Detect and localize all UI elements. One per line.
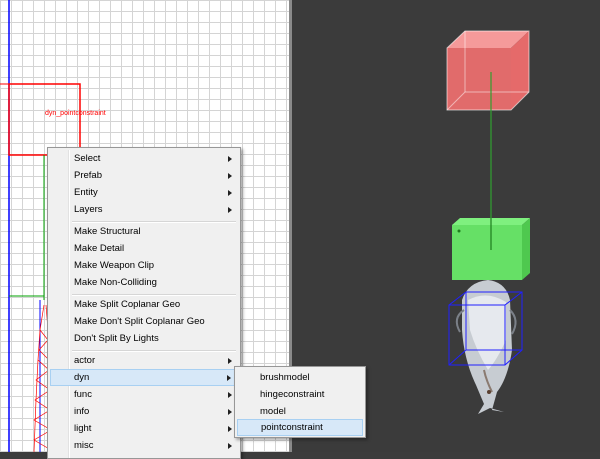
menu-item-select[interactable]: Select <box>50 150 238 167</box>
submenu-arrow-icon <box>228 172 232 179</box>
menu-item-misc[interactable]: misc <box>50 437 238 454</box>
submenu-item-pointconstraint[interactable]: pointconstraint <box>237 419 363 436</box>
menu-item-make-dont-split-coplanar-geo[interactable]: Make Don't Split Coplanar Geo <box>50 313 238 330</box>
menu-item-layers[interactable]: Layers <box>50 201 238 218</box>
submenu-arrow-icon <box>228 357 232 364</box>
context-menu: Select Prefab Entity Layers Make Structu… <box>47 147 241 459</box>
menu-item-func[interactable]: func <box>50 386 238 403</box>
submenu-arrow-icon <box>228 408 232 415</box>
menu-item-make-structural[interactable]: Make Structural <box>50 223 238 240</box>
submenu-item-model[interactable]: model <box>237 403 363 420</box>
menu-item-make-weapon-clip[interactable]: Make Weapon Clip <box>50 257 238 274</box>
menu-item-dyn[interactable]: dyn <box>50 369 238 386</box>
submenu-arrow-icon <box>228 155 232 162</box>
submenu-arrow-icon <box>228 391 232 398</box>
menu-item-make-split-coplanar-geo[interactable]: Make Split Coplanar Geo <box>50 296 238 313</box>
submenu-arrow-icon <box>228 206 232 213</box>
dyn-submenu: brushmodel hingeconstraint model pointco… <box>234 366 366 438</box>
brush-model-box <box>452 218 530 280</box>
menu-item-light[interactable]: light <box>50 420 238 437</box>
menu-item-dont-split-by-lights[interactable]: Don't Split By Lights <box>50 330 238 347</box>
point-constraint-box <box>446 30 530 111</box>
menu-item-make-detail[interactable]: Make Detail <box>50 240 238 257</box>
menu-item-actor[interactable]: actor <box>50 352 238 369</box>
submenu-arrow-icon <box>227 374 231 381</box>
entity-name-label: dyn_pointconstraint <box>45 110 106 117</box>
submenu-item-brushmodel[interactable]: brushmodel <box>237 369 363 386</box>
menu-item-info[interactable]: info <box>50 403 238 420</box>
entity-bounds-box <box>8 83 81 156</box>
menu-item-prefab[interactable]: Prefab <box>50 167 238 184</box>
menu-item-entity[interactable]: Entity <box>50 184 238 201</box>
submenu-arrow-icon <box>228 425 232 432</box>
submenu-arrow-icon <box>228 189 232 196</box>
menu-item-make-non-colliding[interactable]: Make Non-Colliding <box>50 274 238 291</box>
submenu-arrow-icon <box>228 442 232 449</box>
submenu-item-hingeconstraint[interactable]: hingeconstraint <box>237 386 363 403</box>
